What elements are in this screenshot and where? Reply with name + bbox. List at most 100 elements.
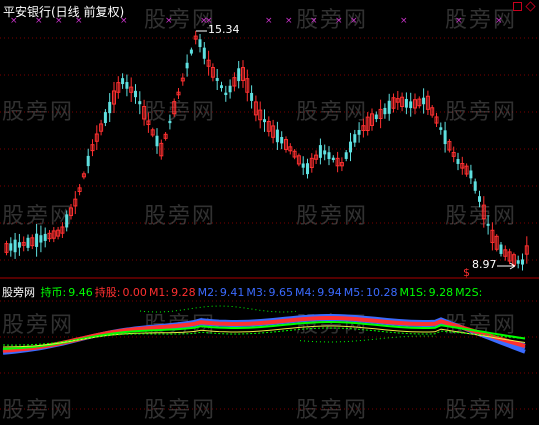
candle-body	[103, 112, 107, 124]
legend-item: M1:	[148, 286, 170, 299]
legend-items: 持币: 9.46 持股: 0.00 M1: 9.28 M2: 9.41 M3: 9.65 M4: 9.…	[41, 286, 487, 299]
candle-body	[168, 120, 172, 124]
m2s-line	[2, 325, 526, 348]
candle-body	[318, 145, 322, 158]
candle-body	[263, 119, 266, 123]
candle-body	[478, 196, 481, 202]
candle-body	[275, 129, 279, 143]
signal-x-marker: ×	[285, 16, 293, 26]
legend-item: 持币:	[40, 286, 67, 299]
legend-value: 9.28	[171, 286, 196, 299]
legend-item: M5:	[343, 286, 364, 299]
legend-value: 10.28	[365, 286, 398, 299]
legend-item: M3:	[246, 286, 267, 299]
signal-x-marker: ×	[495, 16, 503, 26]
signal-x-marker: ×	[165, 16, 173, 26]
candle-body	[374, 114, 378, 120]
legend-item: 持股:	[94, 286, 121, 299]
candle-body	[185, 62, 189, 69]
candle-body	[121, 78, 125, 85]
signal-marker: $	[463, 266, 470, 279]
cash-dotted-line	[299, 335, 437, 343]
candle-body	[108, 101, 112, 114]
candle-body	[323, 150, 327, 155]
candle-body	[422, 97, 426, 105]
indicator-lines	[2, 305, 526, 355]
candle-body	[327, 152, 331, 160]
legend-value: 9.65	[268, 286, 294, 299]
candle-body	[138, 101, 142, 105]
legend-value: 9.94	[317, 286, 342, 299]
indicator-legend: 股旁网 持币: 9.46 持股: 0.00 M1: 9.28 M2: 9.41 M3: 9.65 M…	[2, 284, 488, 300]
signal-x-marker: ×	[400, 16, 408, 26]
candle-body	[344, 152, 348, 159]
candle-body	[228, 85, 232, 93]
candle-body	[473, 181, 477, 191]
candle-body	[443, 130, 447, 145]
legend-item: M1S:	[399, 286, 427, 299]
candle-body	[125, 82, 129, 89]
candle-body	[134, 90, 137, 98]
legend-value: 9.28	[428, 286, 454, 299]
candle-body	[516, 260, 520, 264]
legend-item: M4:	[295, 286, 316, 299]
candle-body	[280, 136, 284, 144]
legend-value: 0.00	[122, 286, 147, 299]
candle-body	[499, 244, 503, 254]
candle-body	[220, 85, 223, 89]
legend-item: M2S:	[455, 286, 483, 299]
candle-body	[198, 39, 202, 48]
low-price-label: 8.97	[472, 258, 497, 271]
cash-dotted-line	[139, 305, 297, 313]
candle-body	[387, 100, 391, 114]
candle-body	[65, 214, 69, 228]
candle-body	[469, 170, 473, 179]
price-chart-panel[interactable]: 股旁网 股旁网 股旁网 股旁网 股旁网 股旁网 股旁网 股旁网 股旁网 股旁网 …	[0, 0, 539, 279]
signal-x-marker: ×	[265, 16, 273, 26]
candle-body	[17, 242, 21, 248]
candle-body	[456, 159, 460, 164]
candle-body	[439, 127, 443, 130]
candle-body	[155, 135, 159, 147]
candle-body	[331, 157, 335, 161]
candle-body	[301, 163, 305, 168]
candlestick-series: × × × × × × ×× × × × × × × × ×	[4, 16, 529, 271]
candle-body	[404, 98, 408, 108]
candle-body	[306, 163, 309, 175]
candle-body	[86, 155, 90, 167]
candle-body	[357, 130, 361, 135]
legend-item: M2:	[197, 286, 218, 299]
m1-line	[2, 316, 526, 353]
candle-body	[9, 243, 13, 251]
candle-body	[215, 78, 219, 81]
signal-x-marker: ×	[350, 16, 358, 26]
candle-body	[39, 235, 43, 243]
candle-body	[35, 233, 39, 247]
candle-body	[383, 107, 387, 115]
m1s-line	[2, 321, 526, 350]
signal-x-marker: ×	[335, 16, 343, 26]
diamond-icon[interactable]	[525, 1, 536, 12]
candle-body	[521, 259, 524, 265]
window-controls	[513, 1, 536, 12]
legend-value: 9.41	[219, 286, 245, 299]
chart-title: 平安银行(日线 前复权)	[3, 5, 125, 19]
candle-body	[13, 239, 17, 253]
candle-body	[353, 134, 357, 143]
candle-body	[202, 47, 206, 59]
high-price-label: 15.34	[208, 23, 240, 36]
candle-body	[26, 237, 30, 248]
signal-x-marker: ×	[310, 16, 318, 26]
candle-body	[349, 141, 352, 153]
legend-value: 9.46	[68, 286, 93, 299]
restore-icon[interactable]	[513, 2, 522, 11]
indicator-panel[interactable]: 股旁网 股旁网 股旁网 股旁网 股旁网 股旁网 股旁网 股旁网 股旁网 持币: 9…	[0, 279, 539, 425]
signal-x-marker: ×	[455, 16, 463, 26]
candle-body	[237, 68, 241, 82]
candle-body	[224, 92, 228, 96]
candle-body	[43, 233, 47, 241]
candle-body	[409, 101, 413, 109]
candle-body	[189, 49, 193, 54]
legend-name: 股旁网	[2, 286, 35, 299]
candle-body	[486, 223, 490, 226]
